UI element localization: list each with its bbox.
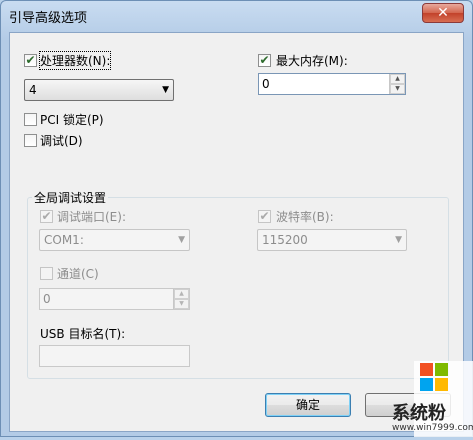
dialog-body: ✔ 处理器数(N): 4 ▼ ✔ 最大内存(M): 0 ▲ ▼ PCI 锁定(P…	[9, 32, 464, 432]
dialog-window: 引导高级选项 ✕ ✔ 处理器数(N): 4 ▼ ✔ 最大内存(M): 0 ▲ ▼…	[0, 0, 473, 437]
watermark-brand: 系统粉	[392, 403, 446, 424]
watermark-url: www.win7999.com	[392, 423, 473, 433]
chevron-down-icon: ▼	[178, 235, 185, 245]
spin-up-icon[interactable]: ▲	[390, 74, 405, 84]
max-memory-input[interactable]: 0 ▲ ▼	[258, 73, 406, 95]
max-memory-value: 0	[262, 77, 270, 91]
close-button[interactable]: ✕	[422, 3, 464, 23]
spin-up-icon[interactable]: ▲	[174, 289, 189, 299]
baud-rate-select[interactable]: 115200 ▼	[257, 229, 407, 251]
channel-stepper[interactable]: ▲ ▼	[173, 289, 189, 309]
pci-lock-label: PCI 锁定(P)	[40, 113, 104, 127]
chevron-down-icon: ▼	[395, 235, 402, 245]
processors-value: 4	[29, 83, 37, 97]
debug-port-value: COM1:	[44, 233, 84, 247]
max-memory-label: 最大内存(M):	[276, 54, 348, 68]
site-watermark: 系统粉 www.win7999.com	[392, 361, 473, 437]
ok-button[interactable]: 确定	[265, 393, 351, 417]
usb-target-label: USB 目标名(T):	[40, 327, 126, 341]
usb-target-input[interactable]	[39, 345, 190, 367]
baud-rate-value: 115200	[262, 233, 308, 247]
ok-button-label: 确定	[295, 398, 320, 412]
channel-label: 通道(C)	[57, 267, 99, 281]
window-title: 引导高级选项	[9, 11, 88, 26]
chevron-down-icon: ▼	[162, 85, 169, 95]
debug-port-checkbox[interactable]: ✔	[40, 210, 53, 223]
processors-select[interactable]: 4 ▼	[24, 79, 174, 101]
channel-value: 0	[43, 292, 51, 306]
max-memory-stepper[interactable]: ▲ ▼	[389, 74, 405, 94]
baud-rate-label: 波特率(B):	[276, 210, 334, 224]
spin-down-icon[interactable]: ▼	[174, 299, 189, 309]
channel-input[interactable]: 0 ▲ ▼	[39, 288, 190, 310]
channel-checkbox[interactable]	[40, 267, 53, 280]
debug-checkbox[interactable]	[24, 134, 37, 147]
processors-checkbox[interactable]: ✔	[24, 54, 37, 67]
global-debug-title: 全局调试设置	[32, 189, 109, 206]
close-icon: ✕	[437, 5, 449, 21]
pci-lock-checkbox[interactable]	[24, 113, 37, 126]
title-bar: 引导高级选项 ✕	[1, 1, 472, 31]
debug-label: 调试(D)	[40, 134, 83, 148]
max-memory-checkbox[interactable]: ✔	[258, 54, 271, 67]
spin-down-icon[interactable]: ▼	[390, 84, 405, 94]
baud-rate-checkbox[interactable]: ✔	[258, 210, 271, 223]
debug-port-select[interactable]: COM1: ▼	[39, 229, 190, 251]
debug-port-label: 调试端口(E):	[57, 210, 126, 224]
processors-label: 处理器数(N):	[38, 51, 112, 70]
